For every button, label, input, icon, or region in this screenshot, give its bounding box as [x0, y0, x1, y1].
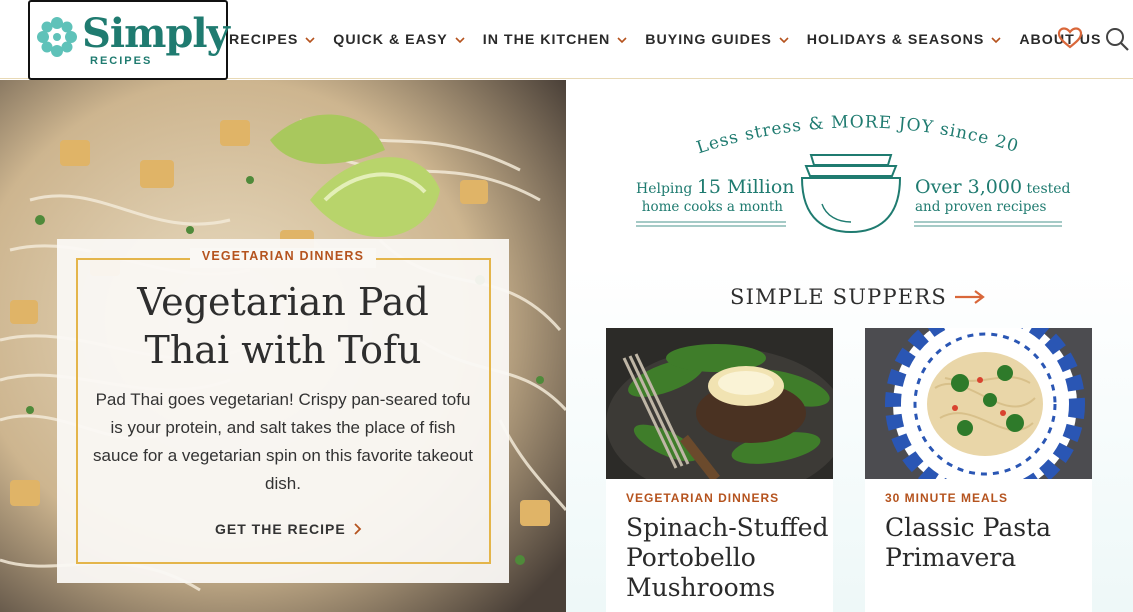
stat-monthly-cooks-caption: home cooks a month — [641, 199, 783, 215]
chevron-down-icon — [991, 37, 1001, 44]
stat-prefix: Helping — [636, 181, 693, 197]
recipe-card-title[interactable]: Spinach-Stuffed Portobello Mushrooms — [626, 513, 831, 603]
nav-in-the-kitchen[interactable]: IN THE KITCHEN — [483, 32, 628, 48]
featured-title-line2: Thai with Tofu — [144, 328, 422, 372]
recipe-card-tag[interactable]: 30 MINUTE MEALS — [885, 491, 1008, 505]
portobello-photo — [606, 328, 833, 479]
stat-recipes-count: Over 3,000 tested — [915, 176, 1071, 198]
pasta-primavera-photo — [865, 328, 1092, 479]
nav-label: QUICK & EASY — [333, 32, 448, 48]
featured-description: Pad Thai goes vegetarian! Crispy pan-sea… — [93, 390, 473, 493]
recipe-card-image[interactable] — [865, 328, 1092, 479]
chevron-right-icon — [354, 523, 361, 535]
recipe-card-title[interactable]: Classic Pasta Primavera — [885, 513, 1090, 573]
logo-wordmark: Simply — [82, 10, 230, 57]
flower-icon — [37, 17, 77, 57]
search-icon[interactable] — [1104, 26, 1130, 52]
recipe-card[interactable]: 30 MINUTE MEALS Classic Pasta Primavera — [865, 328, 1092, 612]
featured-title-line1: Vegetarian Pad — [137, 280, 429, 324]
site-header: Simply RECIPES RECIPES QUICK & EASY IN T… — [0, 0, 1133, 80]
featured-title[interactable]: Vegetarian Pad Thai with Tofu — [57, 278, 509, 374]
logo-subtitle: RECIPES — [90, 55, 153, 67]
recipe-card-image[interactable] — [606, 328, 833, 479]
site-logo[interactable]: Simply RECIPES — [28, 0, 230, 80]
nav-label: IN THE KITCHEN — [482, 32, 611, 48]
get-the-recipe-label: GET THE RECIPE — [215, 521, 346, 537]
arrow-right-icon — [954, 290, 985, 304]
simple-suppers-heading[interactable]: SIMPLE SUPPERS — [730, 285, 987, 309]
chevron-down-icon — [455, 37, 465, 44]
bowls-icon — [800, 154, 902, 234]
nav-recipes[interactable]: RECIPES — [229, 32, 315, 48]
nav-buying-guides[interactable]: BUYING GUIDES — [645, 32, 789, 48]
nav-label: BUYING GUIDES — [645, 32, 772, 48]
nav-label: RECIPES — [229, 32, 299, 48]
tagline-arc: Less stress & MORE JOY since 2003 — [626, 100, 1021, 158]
chevron-down-icon — [305, 37, 315, 44]
recipe-card[interactable]: VEGETARIAN DINNERS Spinach-Stuffed Porto… — [606, 328, 833, 612]
nav-quick-easy[interactable]: QUICK & EASY — [333, 32, 465, 48]
stat-monthly-cooks: Helping 15 Million — [636, 176, 795, 198]
featured-category-tag[interactable]: VEGETARIAN DINNERS — [57, 249, 509, 263]
chevron-down-icon — [779, 37, 789, 44]
recipe-card-tag[interactable]: VEGETARIAN DINNERS — [626, 491, 779, 505]
tagline-graphic: Less stress & MORE JOY since 2003 — [626, 100, 1062, 234]
chevron-down-icon — [617, 37, 627, 44]
stat-suffix: tested — [1026, 181, 1071, 197]
heart-icon[interactable] — [1057, 26, 1083, 50]
section-title: SIMPLE SUPPERS — [730, 285, 947, 309]
stat-recipes-caption: and proven recipes — [915, 199, 1047, 215]
nav-holidays-seasons[interactable]: HOLIDAYS & SEASONS — [807, 32, 1002, 48]
stat-number: Over 3,000 — [915, 176, 1023, 198]
main-nav: RECIPES QUICK & EASY IN THE KITCHEN BUYI… — [229, 30, 1119, 50]
nav-label: HOLIDAYS & SEASONS — [806, 32, 985, 48]
stat-number: 15 Million — [696, 176, 795, 198]
get-the-recipe-link[interactable]: GET THE RECIPE — [215, 521, 362, 537]
